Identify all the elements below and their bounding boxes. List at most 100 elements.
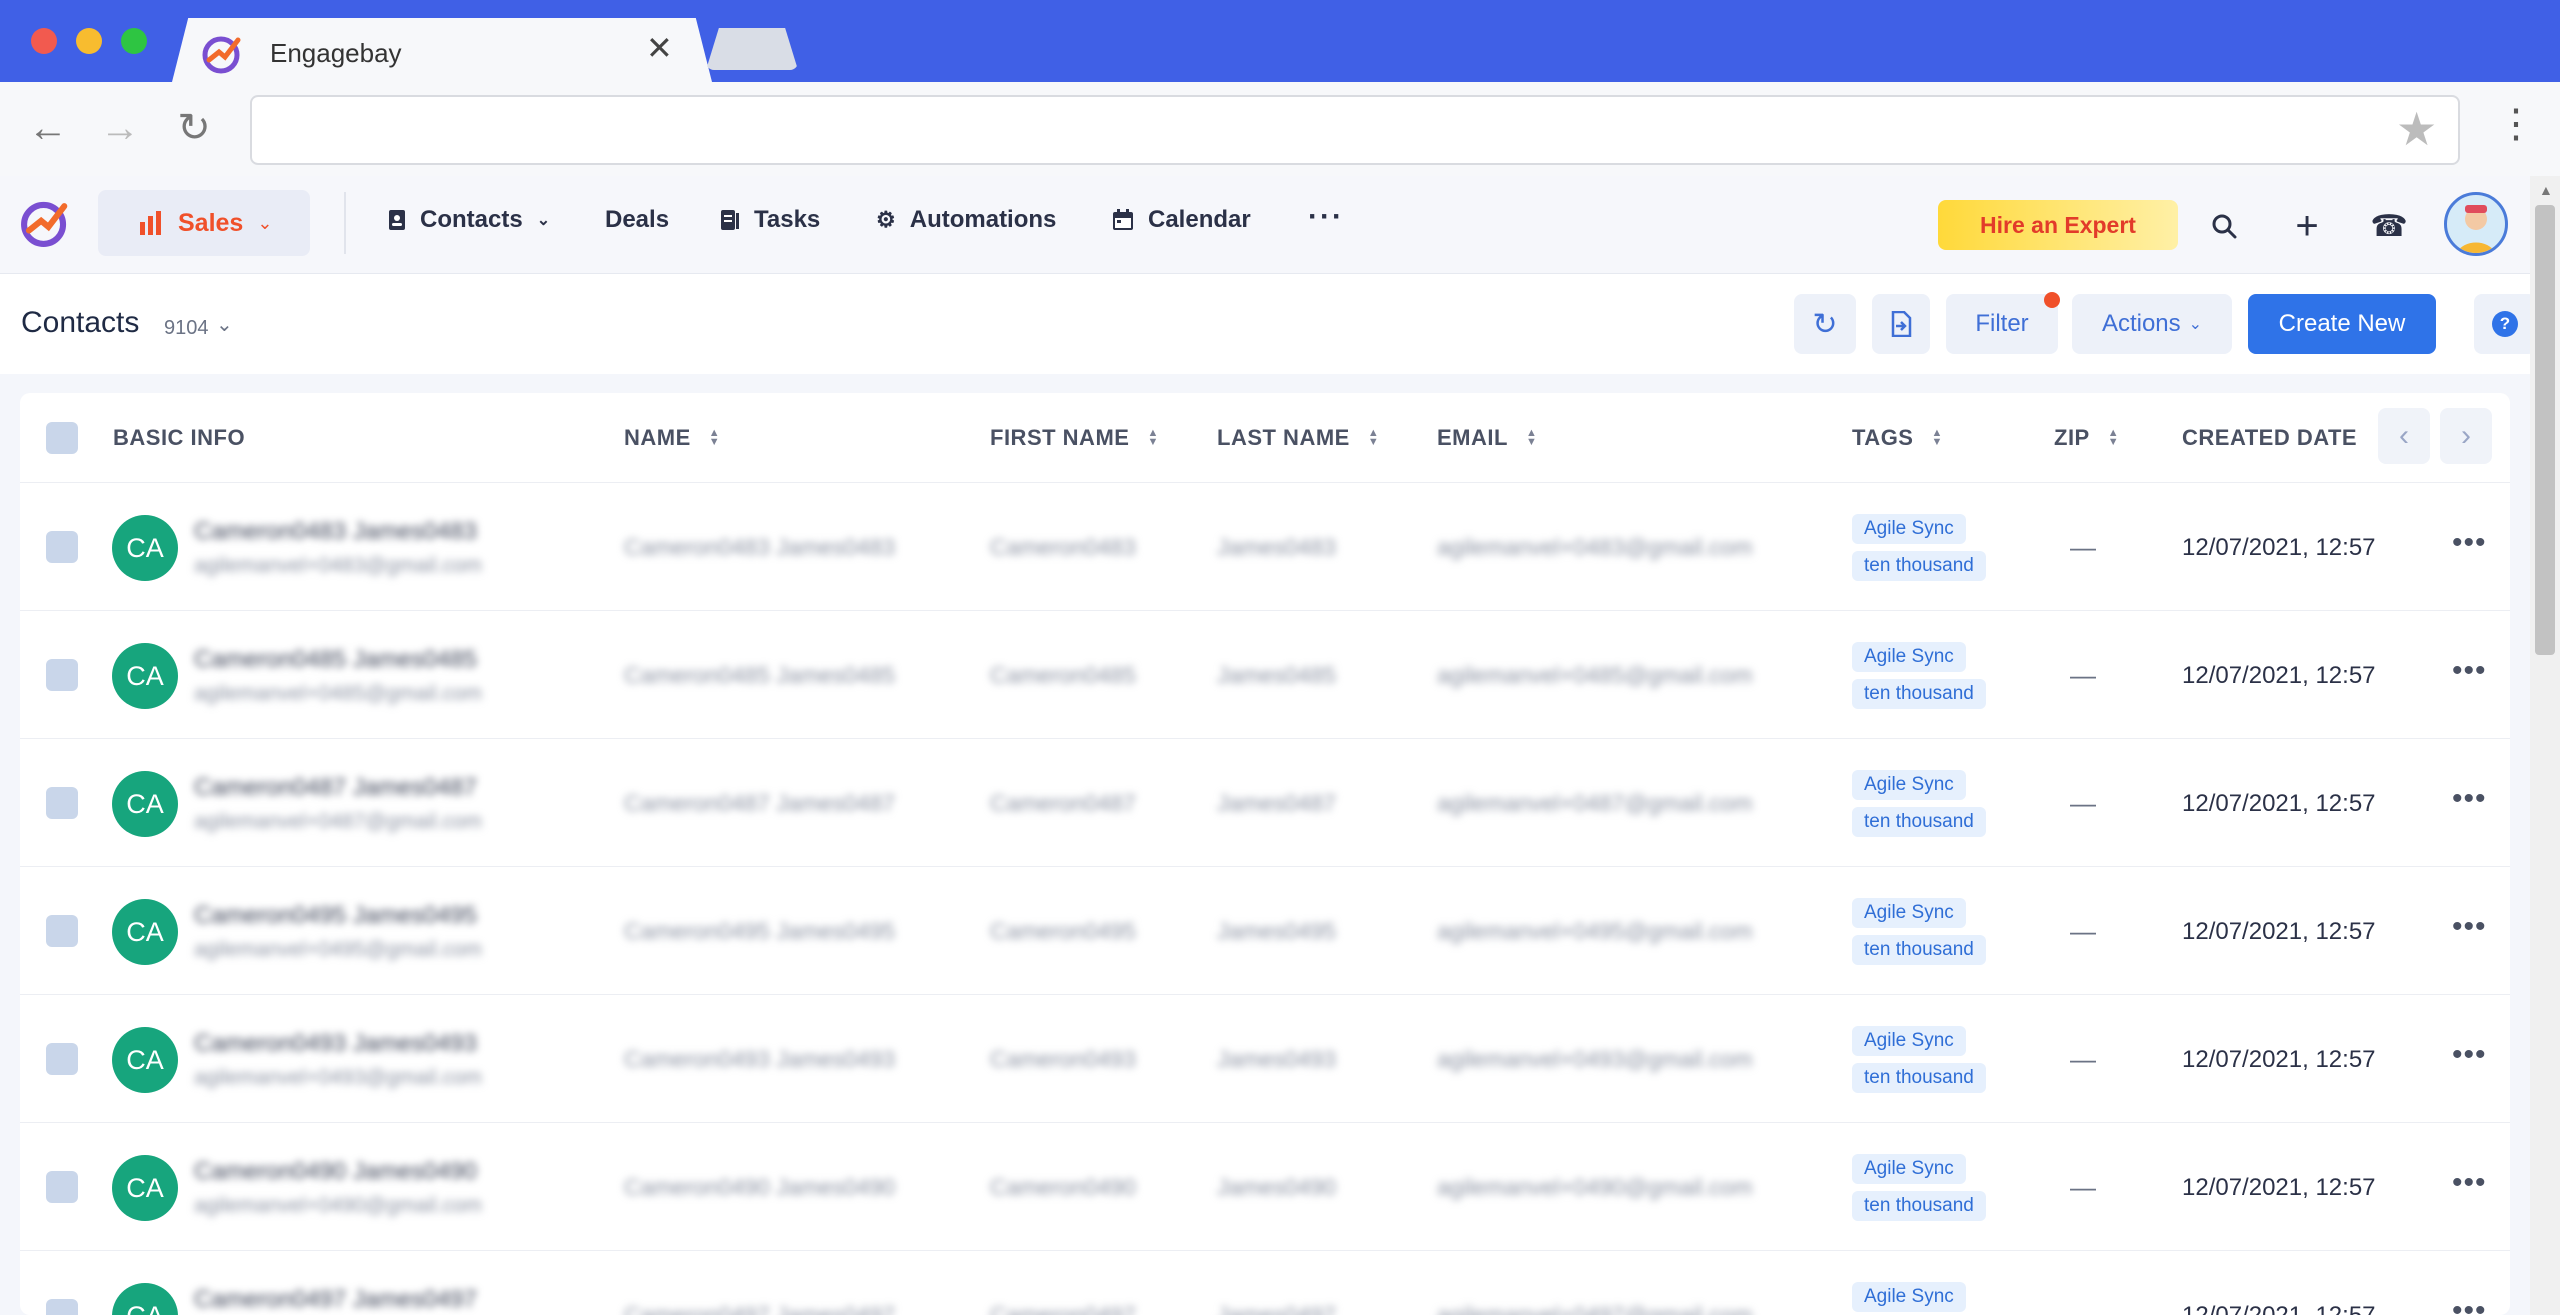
engagebay-logo-icon[interactable] [18,194,74,250]
column-tags[interactable]: TAGS ▲ ▼ [1852,425,1943,451]
contacts-count: 9104 [164,317,209,339]
reload-icon[interactable]: ↻ [170,104,218,152]
table-row[interactable]: CA Cameron0493 James0493 agilemanvel+0493@… [20,996,2510,1123]
app-header: Sales ⌄ Contacts ⌄ Deals Tasks ⚙ Automat… [0,176,2530,274]
close-window-button[interactable] [31,28,57,54]
user-avatar[interactable] [2444,192,2508,256]
column-email[interactable]: EMAIL ▲ ▼ [1437,425,1537,451]
create-new-button[interactable]: Create New [2248,294,2436,354]
contact-full-name[interactable]: Cameron0497 James0497 [194,1286,477,1314]
app-switcher-sales[interactable]: Sales ⌄ [98,190,310,256]
table-row[interactable]: CA Cameron0495 James0495 agilemanvel+0495@… [20,868,2510,995]
bookmark-star-icon[interactable]: ★ [2396,102,2437,156]
contact-full-name[interactable]: Cameron0493 James0493 [194,1030,477,1058]
user-avatar-icon [2456,205,2496,253]
nav-deals[interactable]: Deals [605,206,669,234]
filter-button[interactable]: Filter [1946,294,2058,354]
column-created-date[interactable]: CREATED DATE [2182,425,2357,451]
browser-menu-icon[interactable]: ⋮ [2496,104,2536,144]
browser-tab-engagebay[interactable] [172,18,712,82]
contact-full-name[interactable]: Cameron0487 James0487 [194,774,477,802]
column-first-name[interactable]: FIRST NAME ▲ ▼ [990,425,1159,451]
cell-zip: — [2070,916,2096,946]
close-tab-icon[interactable]: ✕ [646,32,673,64]
scroll-up-arrow-icon[interactable]: ▲ [2539,182,2553,198]
tag-badge[interactable]: ten thousand [1852,1063,1986,1093]
contact-email-sub: agilemanvel+0490@gmail.com [194,1194,483,1217]
row-more-icon[interactable]: ••• [2452,1294,2487,1315]
tag-badge[interactable]: Agile Sync [1852,514,1966,544]
nav-tasks-label: Tasks [754,206,821,233]
scroll-left-button[interactable]: ‹ [2378,408,2430,464]
tag-badge[interactable]: ten thousand [1852,1191,1986,1221]
tag-badge[interactable]: ten thousand [1852,935,1986,965]
chevron-down-icon[interactable]: ⌄ [216,312,233,337]
sort-icon: ▲ ▼ [1525,427,1538,448]
row-checkbox[interactable] [46,1171,78,1203]
contact-avatar: CA [112,1155,178,1221]
row-more-icon[interactable]: ••• [2452,1038,2487,1072]
maximize-window-button[interactable] [121,28,147,54]
chevron-right-icon: › [2461,419,2471,452]
table-row[interactable]: CA Cameron0497 James0497 agilemanvel+0497@… [20,1252,2510,1315]
row-checkbox[interactable] [46,659,78,691]
actions-button[interactable]: Actions ⌄ [2072,294,2232,354]
more-menu-icon[interactable]: ··· [1308,200,1344,234]
contact-full-name[interactable]: Cameron0490 James0490 [194,1158,477,1186]
row-checkbox[interactable] [46,1299,78,1315]
table-row[interactable]: CA Cameron0485 James0485 agilemanvel+0485@… [20,612,2510,739]
tag-badge[interactable]: ten thousand [1852,551,1986,581]
hire-expert-button[interactable]: Hire an Expert [1938,200,2178,250]
contact-full-name[interactable]: Cameron0495 James0495 [194,902,477,930]
row-more-icon[interactable]: ••• [2452,526,2487,560]
forward-arrow-icon[interactable]: → [96,104,144,152]
tag-badge[interactable]: Agile Sync [1852,1282,1966,1312]
row-more-icon[interactable]: ••• [2452,654,2487,688]
new-tab-button[interactable] [706,28,798,70]
row-checkbox[interactable] [46,787,78,819]
refresh-button[interactable]: ↻ [1794,294,1856,354]
nav-automations[interactable]: ⚙ Automations [876,206,1056,234]
row-more-icon[interactable]: ••• [2452,782,2487,816]
import-button[interactable] [1872,294,1930,354]
nav-tasks[interactable]: Tasks [720,206,820,234]
tag-badge[interactable]: Agile Sync [1852,1026,1966,1056]
tag-badge[interactable]: ten thousand [1852,807,1986,837]
table-row[interactable]: CA Cameron0490 James0490 agilemanvel+0490@… [20,1124,2510,1251]
contact-avatar: CA [112,1027,178,1093]
row-more-icon[interactable]: ••• [2452,910,2487,944]
nav-contacts[interactable]: Contacts ⌄ [388,206,550,234]
table-row[interactable]: CA Cameron0483 James0483 agilemanvel+0483@… [20,484,2510,611]
column-name[interactable]: NAME ▲ ▼ [624,425,720,451]
contact-full-name[interactable]: Cameron0483 James0483 [194,518,477,546]
row-checkbox[interactable] [46,915,78,947]
table-row[interactable]: CA Cameron0487 James0487 agilemanvel+0487@… [20,740,2510,867]
tag-badge[interactable]: Agile Sync [1852,898,1966,928]
column-zip[interactable]: ZIP ▲ ▼ [2054,425,2119,451]
row-checkbox[interactable] [46,531,78,563]
nav-calendar[interactable]: Calendar [1112,206,1251,234]
tag-badge[interactable]: Agile Sync [1852,770,1966,800]
contact-full-name[interactable]: Cameron0485 James0485 [194,646,477,674]
tag-badge[interactable]: Agile Sync [1852,1154,1966,1184]
cell-name: Cameron0487 James0487 [624,790,896,816]
back-arrow-icon[interactable]: ← [24,104,72,152]
minimize-window-button[interactable] [76,28,102,54]
select-all-checkbox[interactable] [46,422,78,454]
row-checkbox[interactable] [46,1043,78,1075]
column-last-name[interactable]: LAST NAME ▲ ▼ [1217,425,1379,451]
scroll-right-button[interactable]: › [2440,408,2492,464]
plus-icon[interactable]: + [2285,204,2329,248]
engagebay-logo-icon [202,36,241,74]
chevron-left-icon: ‹ [2399,419,2409,452]
cell-email: agilemanvel+0497@gmail.com [1437,1302,1753,1315]
help-button[interactable]: ? [2474,294,2536,354]
phone-icon[interactable]: ☎ [2367,204,2411,248]
search-icon[interactable] [2202,204,2246,248]
cell-last-name: James0483 [1217,534,1336,560]
tag-badge[interactable]: Agile Sync [1852,642,1966,672]
row-more-icon[interactable]: ••• [2452,1166,2487,1200]
scrollbar-thumb[interactable] [2535,205,2555,655]
address-bar[interactable] [250,95,2460,165]
tag-badge[interactable]: ten thousand [1852,679,1986,709]
